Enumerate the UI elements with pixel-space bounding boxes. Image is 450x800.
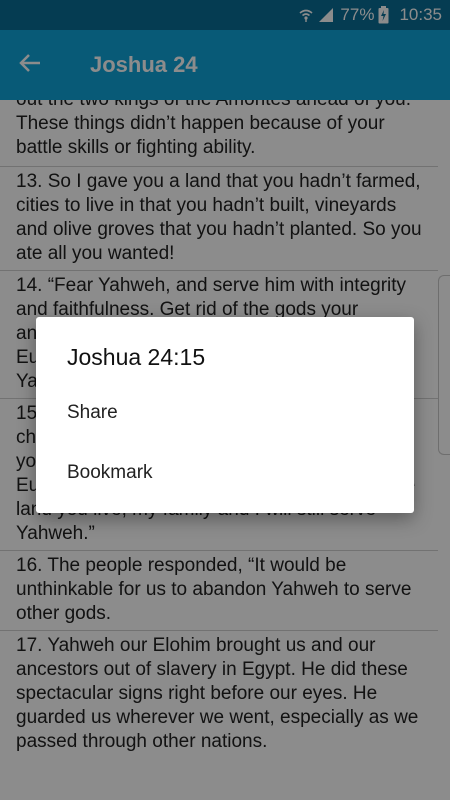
share-option[interactable]: Share <box>36 385 414 441</box>
dialog-title: Joshua 24:15 <box>67 344 206 370</box>
bookmark-option[interactable]: Bookmark <box>36 445 414 501</box>
verse-options-dialog: Joshua 24:15 Share Bookmark <box>36 317 414 513</box>
screen: 77% 10:35 Joshua 24 out the two kings of… <box>0 0 450 800</box>
